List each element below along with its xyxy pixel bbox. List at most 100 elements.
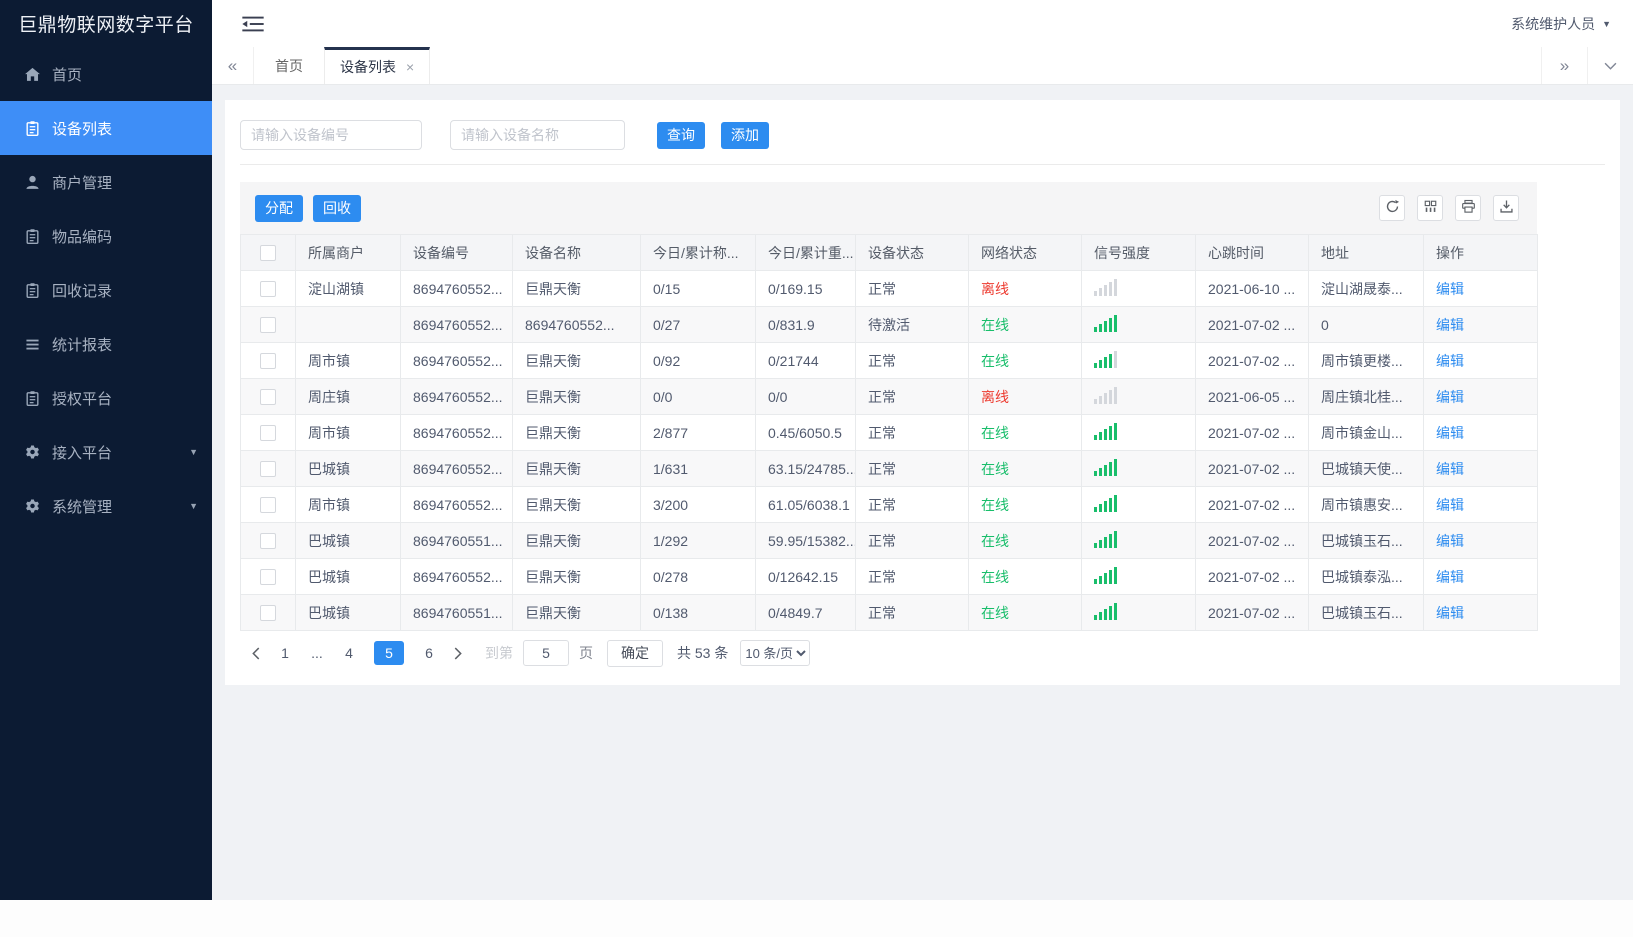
user-menu[interactable]: 系统维护人员 ▼ bbox=[1511, 14, 1611, 34]
edit-link[interactable]: 编辑 bbox=[1436, 389, 1464, 405]
column-header-heartbeat: 心跳时间 bbox=[1195, 234, 1309, 271]
device-name-cell: 8694760552... bbox=[512, 306, 641, 343]
device-no-cell: 8694760551... bbox=[400, 594, 513, 631]
pagination-page-4[interactable]: 4 bbox=[340, 645, 358, 661]
table-row: 巴城镇 8694760551... 巨鼎天衡 1/292 59.95/15382... 正… bbox=[240, 522, 1538, 559]
device-status-cell: 待激活 bbox=[855, 306, 969, 343]
signal-bars-icon bbox=[1094, 422, 1117, 440]
column-header-network_status: 网络状态 bbox=[968, 234, 1082, 271]
sidebar-item-item-code[interactable]: 物品编码 bbox=[0, 209, 212, 263]
device-no-cell: 8694760552... bbox=[400, 306, 513, 343]
jump-to-label: 到第 bbox=[485, 645, 513, 661]
row-select-cell bbox=[240, 594, 296, 631]
pagination-page-5[interactable]: 5 bbox=[374, 641, 404, 665]
edit-link[interactable]: 编辑 bbox=[1436, 533, 1464, 549]
sidebar-item-label: 首页 bbox=[52, 66, 83, 84]
row-checkbox[interactable] bbox=[260, 281, 276, 298]
sidebar-item-statistics-report[interactable]: 统计报表 bbox=[0, 317, 212, 371]
tabs-scroll-right-icon[interactable]: » bbox=[1541, 47, 1587, 84]
network-status-cell: 在线 bbox=[968, 558, 1082, 595]
refresh-button[interactable] bbox=[1379, 195, 1405, 221]
tabs-scroll-left-icon[interactable]: « bbox=[212, 47, 254, 84]
device-status-cell: 正常 bbox=[855, 522, 969, 559]
tabs: 首页 设备列表 × bbox=[254, 47, 1541, 84]
search-button[interactable]: 查询 bbox=[657, 121, 705, 149]
assign-button[interactable]: 分配 bbox=[255, 194, 303, 222]
signal-bars-icon bbox=[1094, 314, 1117, 332]
sidebar-item-system-management[interactable]: 系统管理 ▼ bbox=[0, 479, 212, 533]
device-no-input[interactable] bbox=[240, 120, 422, 150]
pagination-next-icon[interactable] bbox=[454, 647, 463, 660]
edit-link[interactable]: 编辑 bbox=[1436, 353, 1464, 369]
tab-home[interactable]: 首页 bbox=[254, 47, 324, 84]
pagination-prev-icon[interactable] bbox=[251, 647, 260, 660]
heartbeat-cell: 2021-07-02 ... bbox=[1195, 594, 1309, 631]
signal-strength-cell bbox=[1081, 270, 1196, 307]
row-checkbox[interactable] bbox=[260, 425, 276, 442]
sidebar-item-authorization-platform[interactable]: 授权平台 bbox=[0, 371, 212, 425]
print-button[interactable] bbox=[1455, 195, 1481, 221]
edit-link[interactable]: 编辑 bbox=[1436, 497, 1464, 513]
network-status-badge: 在线 bbox=[981, 424, 1009, 441]
edit-link[interactable]: 编辑 bbox=[1436, 569, 1464, 585]
sidebar-item-label: 回收记录 bbox=[52, 282, 113, 300]
jump-page-input[interactable] bbox=[523, 640, 569, 666]
column-header-signal: 信号强度 bbox=[1081, 234, 1196, 271]
select-all-checkbox[interactable] bbox=[260, 245, 276, 262]
export-button[interactable] bbox=[1493, 195, 1519, 221]
row-checkbox[interactable] bbox=[260, 461, 276, 478]
edit-link[interactable]: 编辑 bbox=[1436, 317, 1464, 333]
device-no-cell: 8694760552... bbox=[400, 414, 513, 451]
row-checkbox[interactable] bbox=[260, 605, 276, 622]
filter-row: 查询 添加 bbox=[240, 100, 1605, 165]
sidebar-item-recycle-records[interactable]: 回收记录 bbox=[0, 263, 212, 317]
column-header-address: 地址 bbox=[1308, 234, 1424, 271]
sidebar-item-label: 物品编码 bbox=[52, 228, 113, 246]
action-cell: 编辑 bbox=[1423, 594, 1538, 631]
edit-link[interactable]: 编辑 bbox=[1436, 425, 1464, 441]
recycle-button[interactable]: 回收 bbox=[313, 194, 361, 222]
row-checkbox[interactable] bbox=[260, 533, 276, 550]
address-cell: 巴城镇玉石... bbox=[1308, 594, 1424, 631]
tab-device-list[interactable]: 设备列表 × bbox=[324, 47, 431, 84]
network-status-badge: 在线 bbox=[981, 316, 1009, 333]
device-name-cell: 巨鼎天衡 bbox=[512, 486, 641, 523]
edit-link[interactable]: 编辑 bbox=[1436, 461, 1464, 477]
device-name-cell: 巨鼎天衡 bbox=[512, 414, 641, 451]
sidebar-item-device-list[interactable]: 设备列表 bbox=[0, 101, 212, 155]
confirm-button[interactable]: 确定 bbox=[607, 639, 663, 667]
merchant-cell: 巴城镇 bbox=[295, 558, 401, 595]
pagination-page-6[interactable]: 6 bbox=[420, 645, 438, 661]
network-status-cell: 在线 bbox=[968, 306, 1082, 343]
sidebar-item-merchant-management[interactable]: 商户管理 bbox=[0, 155, 212, 209]
tabs-menu-icon[interactable] bbox=[1587, 47, 1633, 84]
row-checkbox[interactable] bbox=[260, 353, 276, 370]
device-name-cell: 巨鼎天衡 bbox=[512, 522, 641, 559]
edit-link[interactable]: 编辑 bbox=[1436, 281, 1464, 297]
row-checkbox[interactable] bbox=[260, 317, 276, 334]
network-status-badge: 在线 bbox=[981, 352, 1009, 369]
close-icon[interactable]: × bbox=[406, 59, 414, 75]
add-button[interactable]: 添加 bbox=[721, 121, 769, 149]
chevron-down-icon: ▼ bbox=[189, 501, 198, 511]
edit-link[interactable]: 编辑 bbox=[1436, 605, 1464, 621]
heartbeat-cell: 2021-07-02 ... bbox=[1195, 522, 1309, 559]
table-toolbar: 分配 回收 bbox=[240, 182, 1537, 234]
row-checkbox[interactable] bbox=[260, 569, 276, 586]
network-status-cell: 离线 bbox=[968, 270, 1082, 307]
columns-button[interactable] bbox=[1417, 195, 1443, 221]
sidebar-item-home[interactable]: 首页 bbox=[0, 47, 212, 101]
row-select-cell bbox=[240, 270, 296, 307]
row-checkbox[interactable] bbox=[260, 389, 276, 406]
pagination-page-1[interactable]: 1 bbox=[276, 645, 294, 661]
device-name-input[interactable] bbox=[450, 120, 625, 150]
collapse-sidebar-icon[interactable] bbox=[242, 16, 264, 32]
user-name: 系统维护人员 bbox=[1511, 15, 1596, 32]
sidebar: 巨鼎物联网数字平台 首页 设备列表 商户管理 物品编码 回收记录 统计报表 授权平台 接入平台… bbox=[0, 0, 212, 900]
network-status-badge: 离线 bbox=[981, 388, 1009, 405]
sidebar-item-access-platform[interactable]: 接入平台 ▼ bbox=[0, 425, 212, 479]
today-weight-cell: 0/831.9 bbox=[755, 306, 856, 343]
page-size-select[interactable]: 10 条/页 bbox=[740, 640, 811, 666]
row-checkbox[interactable] bbox=[260, 497, 276, 514]
today-weight-cell: 0/169.15 bbox=[755, 270, 856, 307]
